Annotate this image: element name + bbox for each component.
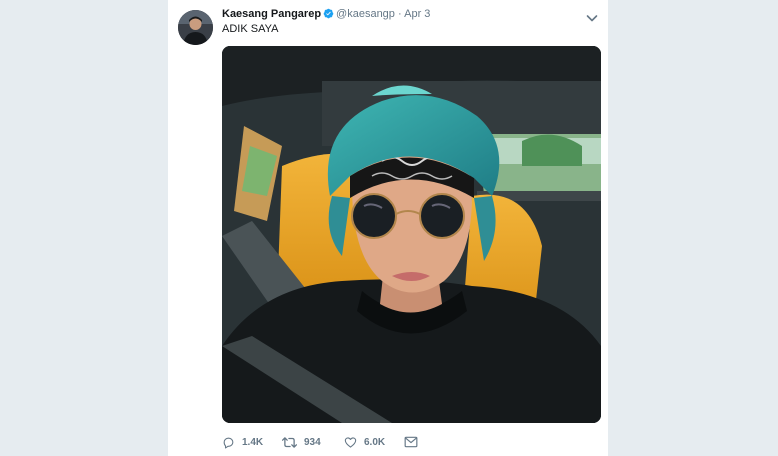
- tweet-header: Kaesang Pangarep @kaesangp · Apr 3: [222, 8, 430, 22]
- retweet-icon: [282, 436, 297, 448]
- tweet-actions: 1.4K 934 6.0K: [222, 434, 425, 450]
- reply-button[interactable]: 1.4K: [222, 436, 282, 449]
- handle[interactable]: @kaesangp: [336, 8, 395, 20]
- retweet-button[interactable]: 934: [282, 436, 344, 449]
- reply-icon: [223, 437, 234, 448]
- tweet-text: ADIK SAYA: [222, 23, 279, 35]
- separator-dot: ·: [397, 8, 402, 20]
- retweet-count: 934: [304, 436, 321, 448]
- timestamp[interactable]: Apr 3: [404, 8, 430, 20]
- display-name[interactable]: Kaesang Pangarep: [222, 8, 321, 20]
- avatar[interactable]: [178, 10, 213, 45]
- like-button[interactable]: 6.0K: [344, 436, 404, 449]
- envelope-icon: [404, 436, 418, 448]
- tweet-photo[interactable]: [222, 46, 601, 423]
- heart-icon: [344, 436, 357, 448]
- like-count: 6.0K: [364, 436, 386, 448]
- tweet-card: Kaesang Pangarep @kaesangp · Apr 3 ADIK S…: [168, 0, 608, 456]
- verified-badge-icon: [323, 8, 334, 22]
- reply-count: 1.4K: [242, 436, 264, 448]
- direct-message-button[interactable]: [404, 436, 425, 448]
- chevron-down-icon[interactable]: [584, 10, 600, 26]
